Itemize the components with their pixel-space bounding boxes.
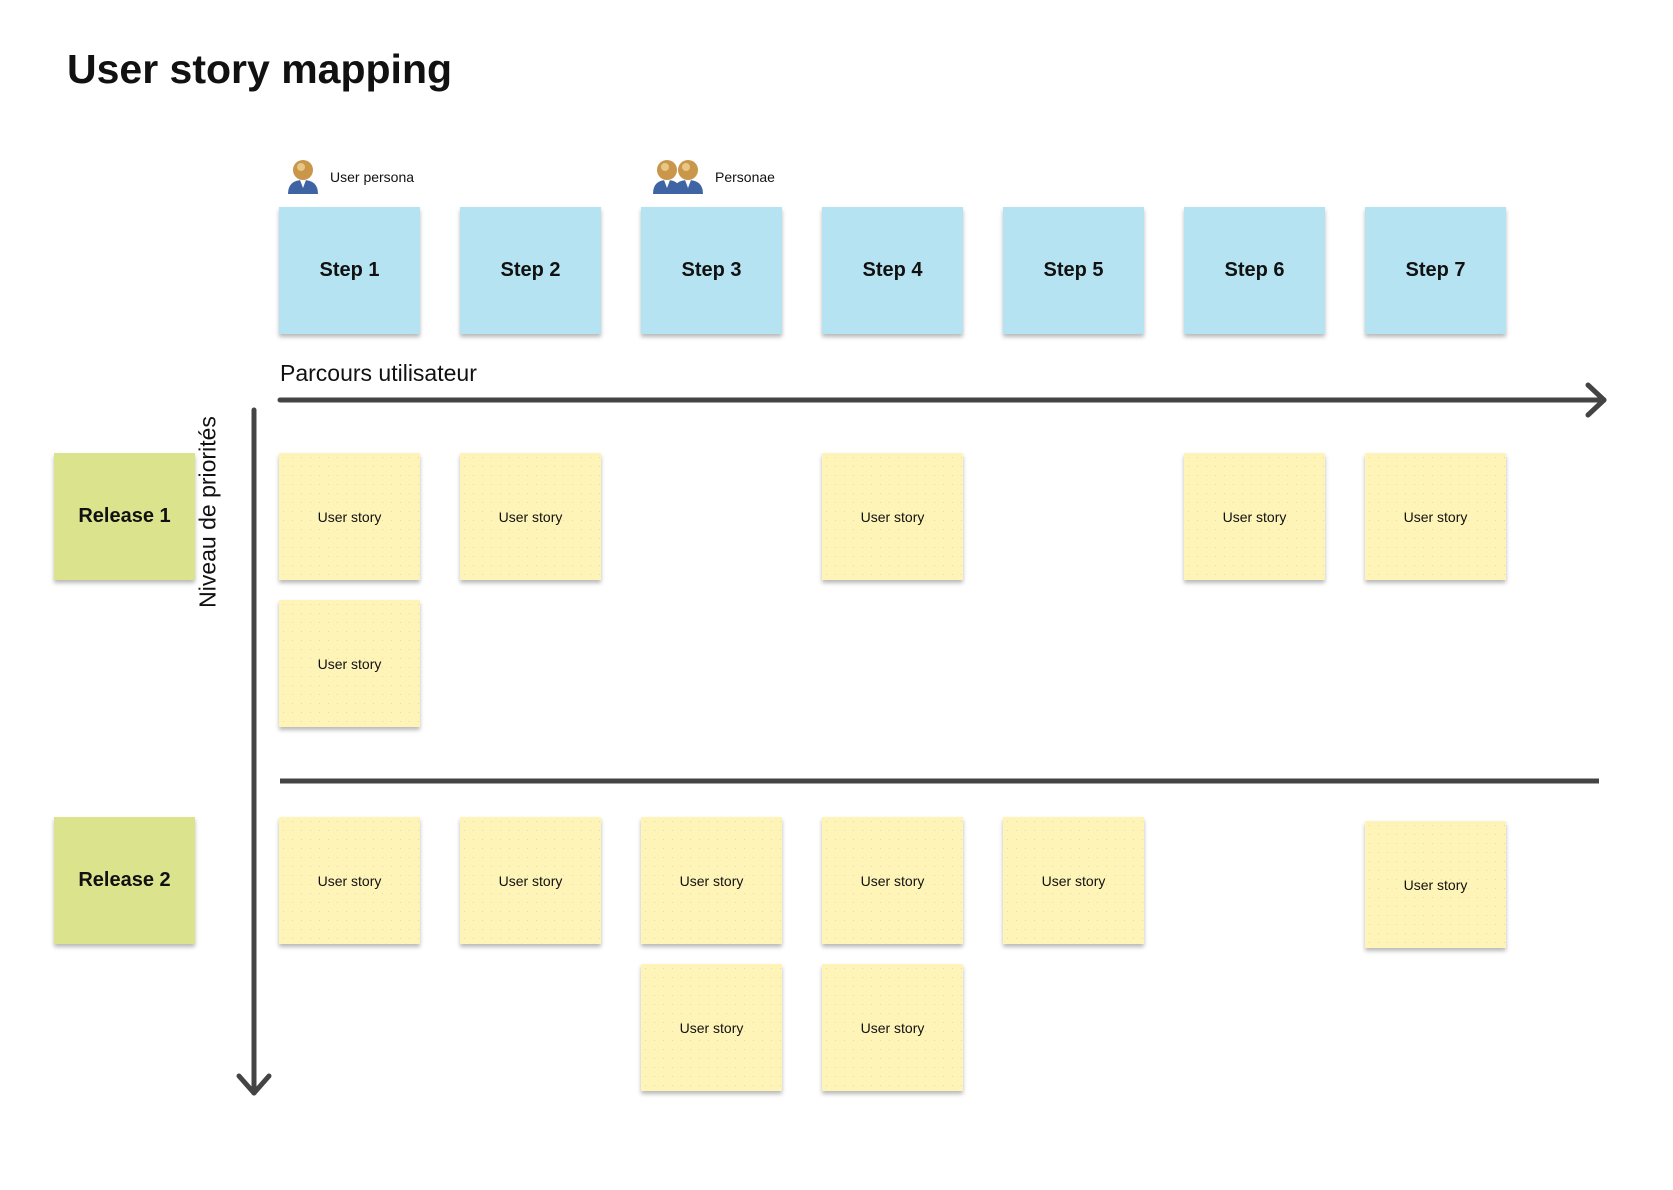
axes-lines	[236, 382, 1607, 1096]
